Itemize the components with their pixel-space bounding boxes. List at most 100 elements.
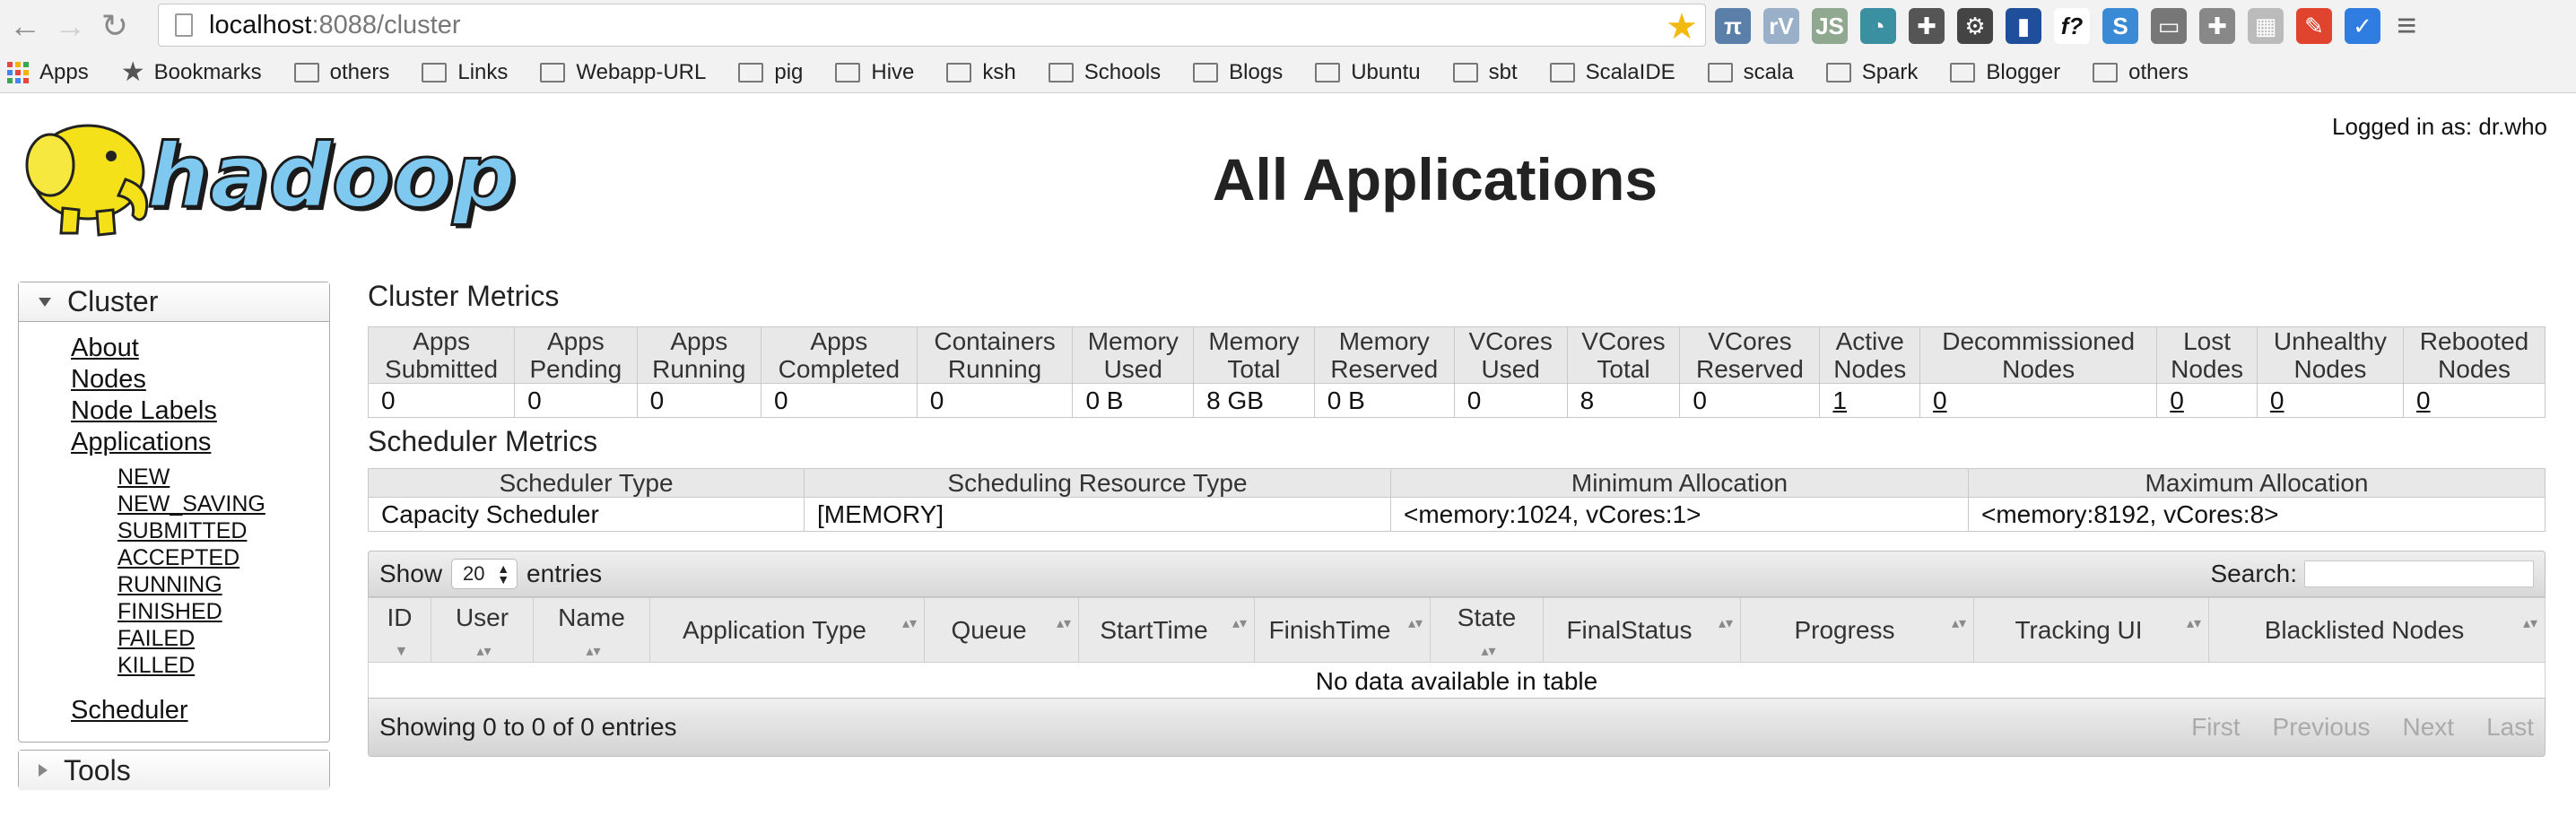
bookmark-item[interactable]: ksh: [946, 60, 1016, 85]
folder-icon: [1048, 62, 1074, 82]
nav-app-state-new[interactable]: NEW: [117, 464, 329, 491]
extension-icon-7[interactable]: ▮: [2006, 8, 2041, 44]
page-size-select[interactable]: 20 ▲ ▼: [451, 559, 518, 589]
bookmark-item[interactable]: Hive: [835, 60, 914, 85]
column-header-progress[interactable]: Progress ▴▾: [1740, 597, 1974, 663]
bookmark-star-icon[interactable]: ★: [1666, 6, 1698, 48]
search-input[interactable]: [2304, 560, 2534, 587]
search-label: Search:: [2210, 560, 2298, 587]
bookmark-item[interactable]: others: [2093, 60, 2189, 85]
nav-link-scheduler[interactable]: Scheduler: [71, 695, 329, 726]
bookmark-item[interactable]: Links: [422, 60, 508, 85]
bookmark-item[interactable]: Spark: [1825, 60, 1918, 85]
forward-icon[interactable]: →: [50, 6, 90, 46]
metric-label-line2: Nodes: [2171, 355, 2244, 383]
cluster-metric-header: Containers Running: [916, 326, 1074, 384]
pager-first-button[interactable]: First: [2191, 713, 2240, 742]
cluster-metric-value: 0: [1919, 383, 2158, 418]
bookmark-label: others: [329, 59, 390, 84]
tools-nav-header[interactable]: Tools: [19, 751, 329, 790]
cluster-metric-header: Memory Used: [1072, 326, 1195, 384]
column-header-blacklisted-nodes[interactable]: Blacklisted Nodes ▴▾: [2208, 597, 2546, 663]
bookmark-item[interactable]: ScalaIDE: [1549, 60, 1675, 85]
back-icon[interactable]: ←: [5, 6, 45, 46]
column-header-starttime[interactable]: StartTime ▴▾: [1078, 597, 1255, 663]
column-header-name[interactable]: Name ▴▾: [533, 597, 650, 663]
extension-icon-11[interactable]: ✚: [2199, 8, 2235, 44]
reload-icon[interactable]: ↻: [95, 6, 135, 46]
address-bar[interactable]: localhost:8088/cluster ★: [158, 4, 1706, 47]
folder-icon: [1950, 62, 1976, 82]
cluster-metric-link[interactable]: 0: [1933, 386, 1947, 414]
bookmark-item[interactable]: Blogger: [1950, 60, 2060, 85]
pager-next-button[interactable]: Next: [2402, 713, 2454, 742]
sort-icon: ▴▾: [1719, 615, 1734, 631]
bookmark-item[interactable]: Apps: [7, 60, 89, 85]
extension-icon-10[interactable]: ▭: [2151, 8, 2187, 44]
bookmark-item[interactable]: Ubuntu: [1315, 60, 1421, 85]
nav-app-state-accepted[interactable]: ACCEPTED: [117, 544, 329, 571]
column-header-application-type[interactable]: Application Type ▴▾: [649, 597, 925, 663]
nav-link-applications[interactable]: Applications: [71, 427, 329, 458]
extension-icon-6[interactable]: ⚙: [1957, 8, 1993, 44]
cluster-metric-link[interactable]: 0: [2270, 386, 2284, 414]
extension-icon-5[interactable]: ✚: [1909, 8, 1945, 44]
extension-icon-13[interactable]: ✎: [2296, 8, 2332, 44]
bookmark-item[interactable]: Schools: [1048, 60, 1161, 85]
extension-icon-3[interactable]: JS: [1812, 8, 1848, 44]
extension-icon-12[interactable]: ▦: [2248, 8, 2284, 44]
nav-app-state-failed[interactable]: FAILED: [117, 625, 329, 652]
bookmark-item[interactable]: pig: [738, 60, 803, 85]
metric-label-line1: Memory: [1338, 327, 1430, 355]
extension-icon-9[interactable]: S: [2102, 8, 2138, 44]
nav-link-nodes[interactable]: Nodes: [71, 364, 329, 395]
page-size-value: 20: [463, 562, 485, 585]
cluster-metric-value: 0: [2403, 383, 2546, 418]
cluster-nav-header[interactable]: Cluster: [19, 282, 329, 322]
hadoop-logo[interactable]: hadoop hadoop: [18, 109, 556, 244]
scheduler-metrics-table: Scheduler Type Scheduling Resource Type …: [368, 468, 2546, 532]
cluster-metric-link[interactable]: 1: [1832, 386, 1847, 414]
nav-link-node-labels[interactable]: Node Labels: [71, 395, 329, 427]
metric-label-line2: Reserved: [1695, 355, 1804, 383]
nav-app-state-submitted[interactable]: SUBMITTED: [117, 517, 329, 544]
bookmark-item[interactable]: Webapp-URL: [540, 60, 706, 85]
scheduler-type-value: Capacity Scheduler: [368, 497, 805, 532]
scheduler-type-header: Scheduler Type: [368, 468, 805, 498]
extension-icon-4[interactable]: ◔: [1860, 8, 1896, 44]
cluster-metric-link[interactable]: 0: [2416, 386, 2431, 414]
show-label: Show: [379, 560, 443, 587]
bookmark-item[interactable]: ★ Bookmarks: [121, 56, 262, 88]
column-header-user[interactable]: User ▴▾: [431, 597, 534, 663]
browser-menu-icon[interactable]: ≡: [2397, 7, 2416, 46]
logged-in-label: Logged in as: dr.who: [2332, 113, 2547, 140]
bookmark-label: pig: [774, 59, 804, 84]
hadoop-wordmark: hadoop hadoop: [146, 125, 519, 232]
column-header-finishtime[interactable]: FinishTime ▴▾: [1254, 597, 1431, 663]
column-header-finalstatus[interactable]: FinalStatus ▴▾: [1543, 597, 1741, 663]
cluster-metric-link[interactable]: 0: [2170, 386, 2184, 414]
metric-label-line2: Nodes: [2438, 355, 2511, 383]
bookmark-item[interactable]: sbt: [1452, 60, 1518, 85]
column-header-queue[interactable]: Queue ▴▾: [924, 597, 1079, 663]
nav-link-about[interactable]: About: [71, 333, 329, 364]
nav-app-state-killed[interactable]: KILLED: [117, 652, 329, 679]
nav-app-state-running[interactable]: RUNNING: [117, 571, 329, 598]
apps-grid-icon: [7, 61, 29, 83]
extension-icon-2[interactable]: rV: [1763, 8, 1799, 44]
nav-app-state-new-saving[interactable]: NEW_SAVING: [117, 491, 329, 517]
bookmark-item[interactable]: others: [293, 59, 390, 85]
nav-app-state-finished[interactable]: FINISHED: [117, 598, 329, 625]
column-header-label: State: [1457, 604, 1517, 631]
extension-icon-8[interactable]: f?: [2054, 8, 2090, 44]
bookmark-item[interactable]: Blogs: [1193, 60, 1283, 85]
column-header-tracking-ui[interactable]: Tracking UI ▴▾: [1973, 597, 2209, 663]
extension-icon-14[interactable]: ✓: [2345, 8, 2380, 44]
pager-last-button[interactable]: Last: [2486, 713, 2534, 742]
bookmark-item[interactable]: scala: [1707, 60, 1794, 85]
column-header-id[interactable]: ID ▼: [368, 597, 431, 663]
pager-previous-button[interactable]: Previous: [2273, 713, 2371, 742]
folder-icon: [2093, 62, 2119, 82]
column-header-state[interactable]: State ▴▾: [1430, 597, 1544, 663]
extension-icon-1[interactable]: π: [1715, 8, 1751, 44]
